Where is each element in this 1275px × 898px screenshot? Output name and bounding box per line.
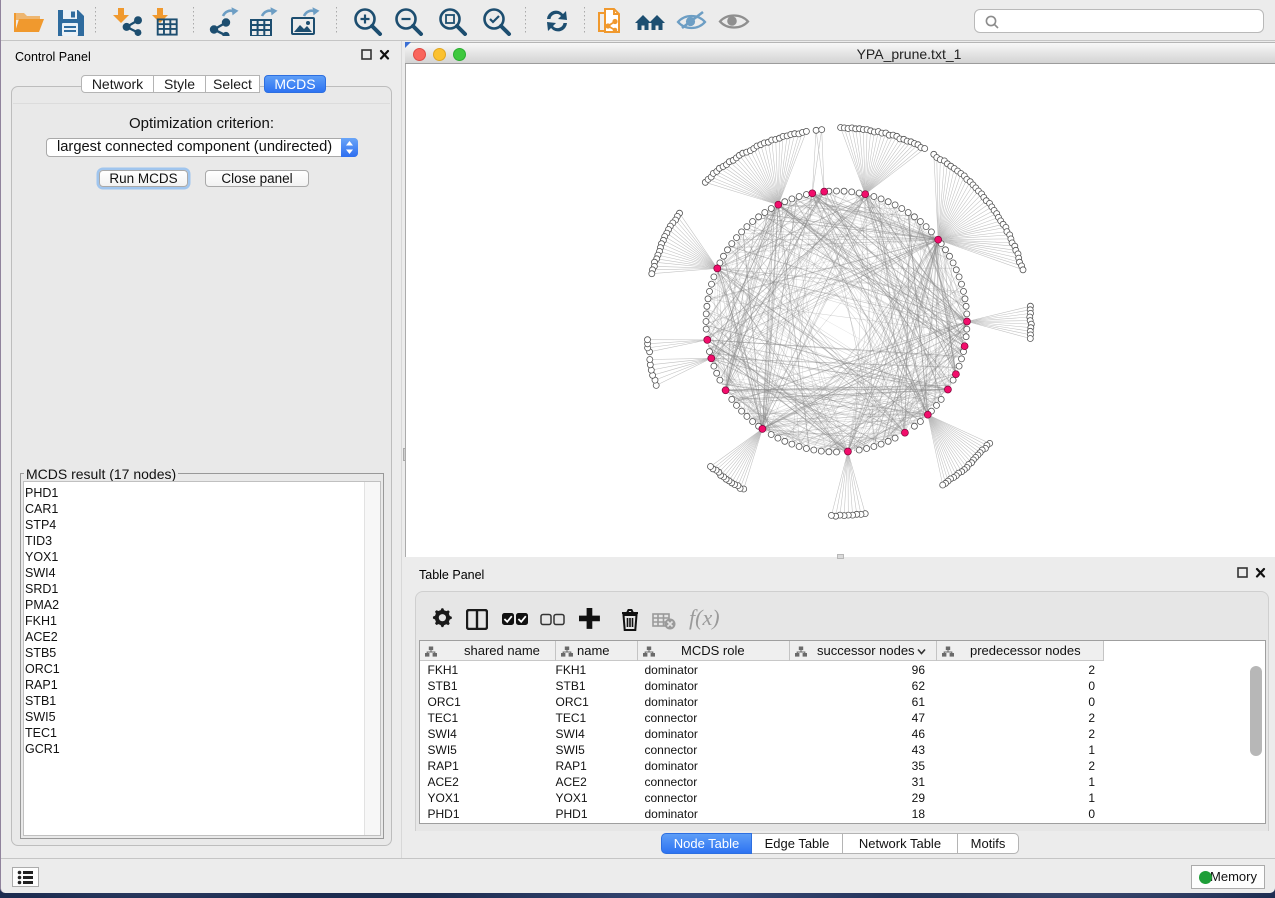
svg-text:f(x): f(x) [689, 607, 720, 630]
